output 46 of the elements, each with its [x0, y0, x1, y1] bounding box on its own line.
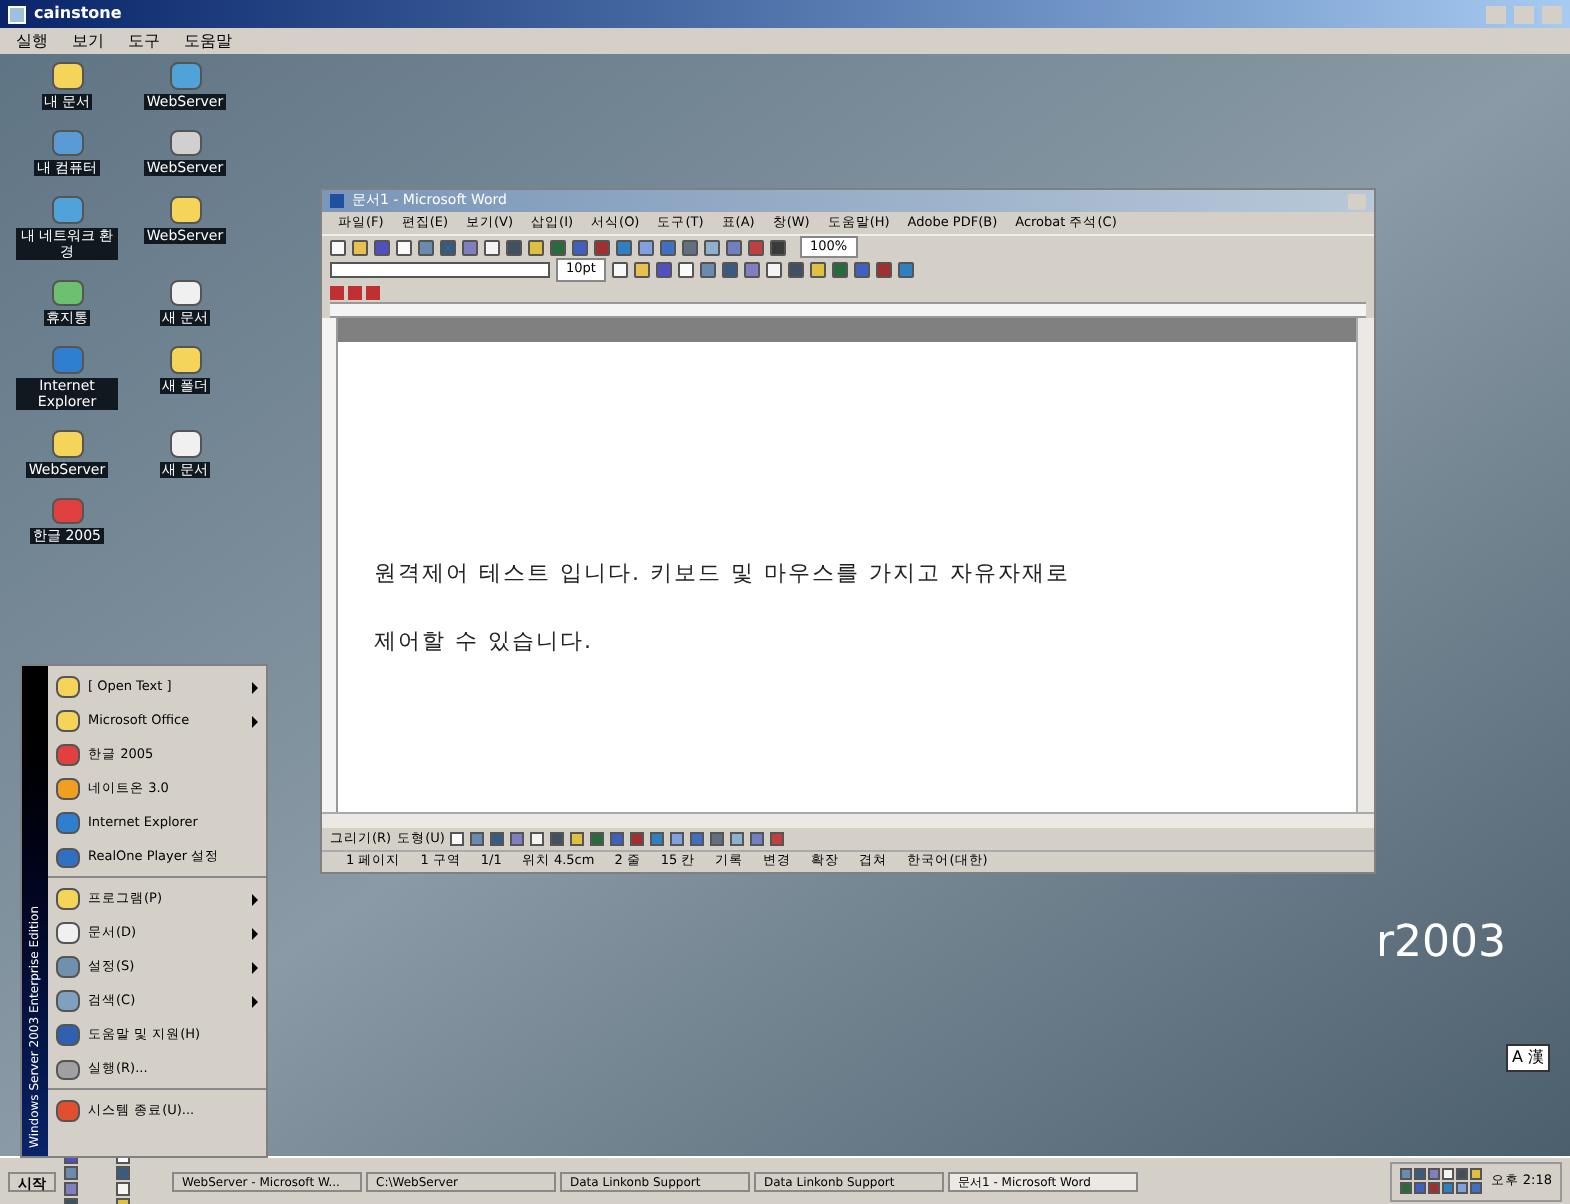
program-icon: [169, 129, 201, 157]
document-icon: [56, 922, 80, 944]
folder-icon: [169, 196, 201, 224]
folder-icon: [169, 346, 201, 374]
document-icon: [169, 429, 201, 458]
folder-icon: [56, 676, 80, 698]
wallpaper-text: r2003: [1376, 916, 1507, 972]
folder-icon: [51, 429, 83, 458]
submenu-arrow-icon: [252, 961, 258, 973]
folder-icon: [51, 62, 83, 90]
program-icon: [56, 990, 80, 1012]
program-icon: [56, 1100, 80, 1122]
program-icon: [51, 129, 83, 157]
app-icon: [8, 5, 26, 23]
submenu-arrow-icon: [252, 715, 258, 727]
program-icon: [51, 497, 83, 525]
submenu-arrow-icon: [252, 681, 258, 693]
document-icon: [169, 279, 201, 307]
folder-icon: [56, 888, 80, 910]
program-icon: [56, 847, 80, 869]
submenu-arrow-icon: [252, 927, 258, 939]
program-icon: [51, 279, 83, 307]
horizontal-scrollbar[interactable]: [322, 812, 1374, 828]
menu-item[interactable]: 보기: [72, 29, 104, 53]
program-icon: [56, 778, 80, 800]
vertical-scrollbar[interactable]: [1356, 318, 1374, 812]
program-icon: [56, 812, 80, 834]
document-text-line: 원격제어 테스트 입니다. 키보드 및 마우스를 가지고 자유자재로: [374, 558, 1072, 590]
program-icon: [56, 1024, 80, 1046]
submenu-arrow-icon: [252, 893, 258, 905]
program-icon: [56, 744, 80, 766]
menu-item[interactable]: 실행: [16, 29, 48, 53]
program-icon: [56, 1059, 80, 1081]
ime-indicator[interactable]: A 漢: [1506, 1044, 1551, 1072]
word-app-icon: [330, 194, 344, 208]
program-icon: [51, 346, 83, 374]
folder-icon: [56, 710, 80, 732]
program-icon: [56, 956, 80, 978]
program-icon: [51, 196, 83, 224]
submenu-arrow-icon: [252, 995, 258, 1007]
menu-item[interactable]: 도움말: [184, 29, 232, 53]
menu-item[interactable]: 도구: [128, 29, 160, 53]
program-icon: [169, 62, 201, 90]
document-text-line: 제어할 수 있습니다.: [374, 625, 595, 657]
style-field[interactable]: [330, 262, 550, 278]
window-title: cainstone: [34, 2, 122, 26]
